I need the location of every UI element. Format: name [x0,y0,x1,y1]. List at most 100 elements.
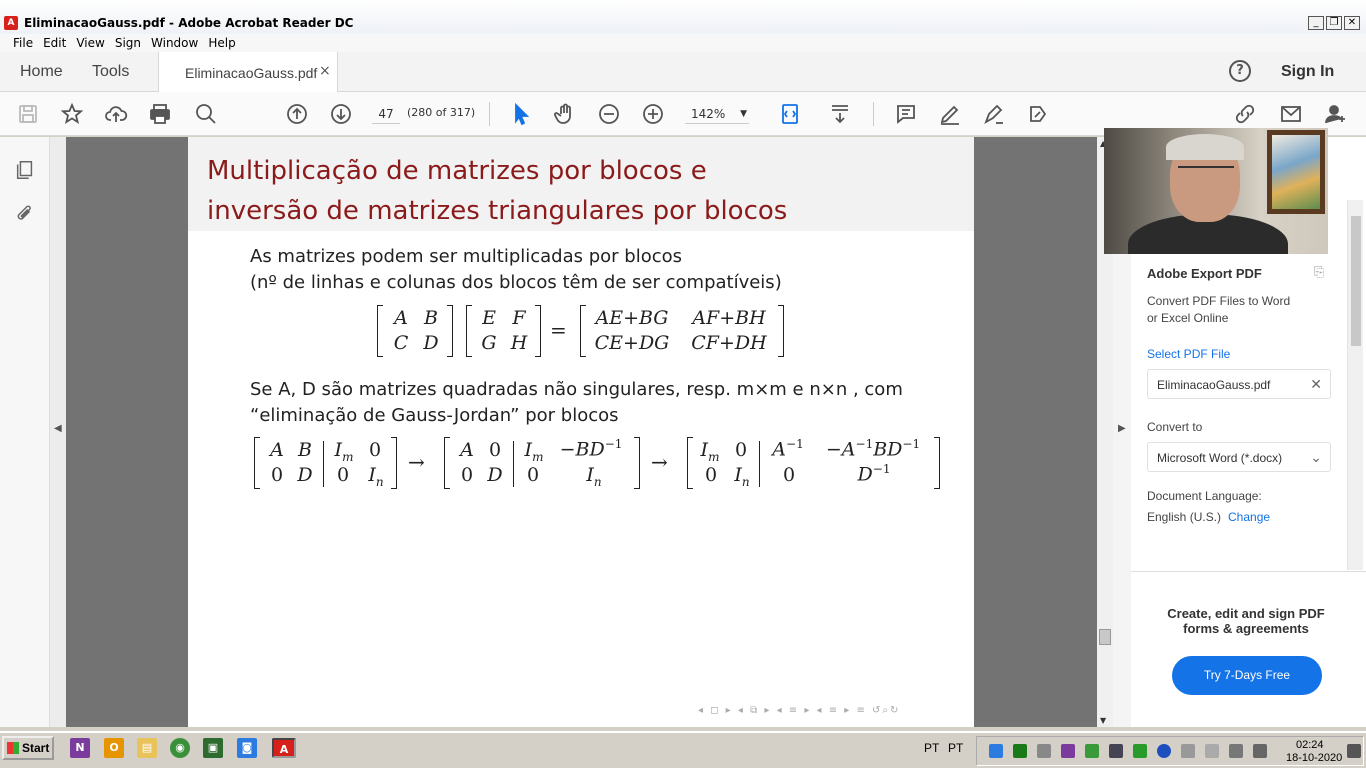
bookmark-star-icon[interactable] [58,100,86,128]
select-cursor-icon[interactable] [507,100,535,128]
network-tray-icon[interactable] [1037,744,1051,758]
notifications-tray-icon[interactable] [1347,744,1361,758]
monitor-tray-icon[interactable] [1109,744,1123,758]
app-tray-icon[interactable] [1013,744,1027,758]
panel-scrollbar[interactable] [1347,200,1363,570]
arrow-sign: → [408,450,425,474]
selected-file-field[interactable]: EliminacaoGauss.pdf ✕ [1147,369,1331,399]
minimize-button[interactable]: _ [1308,16,1324,30]
menu-help[interactable]: Help [203,34,240,52]
matrix-cell: AF+BH [692,307,766,329]
zoom-in-icon[interactable] [639,100,667,128]
select-pdf-file-link[interactable]: Select PDF File [1147,347,1230,361]
onenote-taskbar-icon[interactable]: N [70,738,90,758]
chevron-down-icon: ⌄ [1310,449,1322,465]
convert-format-select[interactable]: Microsoft Word (*.docx) ⌄ [1147,442,1331,472]
tab-document[interactable]: EliminacaoGauss.pdf × [158,52,338,92]
fill-sign-icon[interactable] [1024,100,1052,128]
sign-in-button[interactable]: Sign In [1281,63,1334,81]
try-free-button[interactable]: Try 7-Days Free [1172,656,1322,695]
add-user-icon[interactable] [1322,100,1350,128]
menu-view[interactable]: View [71,34,109,52]
clear-file-icon[interactable]: ✕ [1310,376,1322,393]
matrix-cell: 0 [526,464,540,486]
document-viewer[interactable]: Multiplicação de matrizes por blocos e i… [66,137,1097,727]
keyboard-layout-indicator[interactable]: PT [948,741,963,755]
app-taskbar-icon[interactable]: ▣ [203,738,223,758]
sync-tray-icon[interactable] [1133,744,1147,758]
zoom-taskbar-icon[interactable]: ◙ [237,738,257,758]
save-icon[interactable] [14,100,42,128]
device-tray-icon[interactable] [1205,744,1219,758]
share-link-icon[interactable] [1231,100,1259,128]
restore-button[interactable]: ❐ [1326,16,1342,30]
zoom-tray-icon[interactable] [989,744,1003,758]
panel-scroll-thumb[interactable] [1351,216,1361,346]
volume-tray-icon[interactable] [1253,744,1267,758]
upload-cloud-icon[interactable] [102,100,130,128]
bracket-right [391,437,397,489]
comment-icon[interactable] [892,100,920,128]
hand-tool-icon[interactable] [551,100,579,128]
left-pane-toggle[interactable]: ◀ [50,137,66,727]
flag-tray-icon[interactable] [1181,744,1195,758]
menu-edit[interactable]: Edit [38,34,71,52]
beamer-navigation-icons[interactable]: ◂ ◻ ▸ ◂ ⧉ ▸ ◂ ≡ ▸ ◂ ≡ ▸ ≡ ↺⌕↻ [698,705,900,716]
bracket-right [634,437,640,489]
previous-page-icon[interactable] [283,100,311,128]
menu-window[interactable]: Window [146,34,203,52]
convert-to-label: Convert to [1147,420,1203,434]
find-zoom-icon[interactable] [192,100,220,128]
toolbar-divider [489,102,490,126]
change-language-link[interactable]: Change [1228,510,1270,524]
acrobat-taskbar-icon[interactable]: A [272,738,296,758]
matrix-cell: H [510,332,528,354]
start-button[interactable]: Start [2,736,54,760]
highlight-pen-icon[interactable] [936,100,964,128]
clock-time[interactable]: 02:24 [1296,739,1324,751]
scroll-down-icon[interactable]: ▼ [1100,716,1106,725]
export-pdf-heading: Adobe Export PDF [1147,266,1262,281]
document-language-label: Document Language: [1147,489,1262,503]
clock-date[interactable]: 18-10-2020 [1286,752,1342,764]
check-tray-icon[interactable] [1085,744,1099,758]
matrix-cell: 0 [270,464,284,486]
matrix-cell: In [586,464,602,489]
page-thumbnails-icon[interactable] [14,159,38,183]
bluetooth-tray-icon[interactable] [1157,744,1171,758]
tab-home[interactable]: Home [20,63,63,81]
chrome-taskbar-icon[interactable]: ◉ [170,738,190,758]
print-icon[interactable] [146,100,174,128]
zoom-level-select[interactable]: 142% ▼ [685,104,749,124]
scroll-thumb[interactable] [1099,629,1111,645]
page-number-input[interactable]: 47 [372,104,400,124]
tab-tools[interactable]: Tools [92,63,129,81]
sign-pen-icon[interactable] [980,100,1008,128]
slide-text-line3: Se A, D são matrizes quadradas não singu… [250,379,903,400]
matrix-cell: 0 [336,464,350,486]
language-indicator[interactable]: PT [924,741,939,755]
email-icon[interactable] [1277,100,1305,128]
menu-sign[interactable]: Sign [110,34,146,52]
close-tab-icon[interactable]: × [319,63,331,79]
next-page-icon[interactable] [327,100,355,128]
equals-sign: = [550,318,567,342]
explorer-taskbar-icon[interactable]: ▤ [137,738,157,758]
matrix-cell: AE+BG [595,307,669,329]
help-icon[interactable]: ? [1229,60,1251,82]
fit-page-icon[interactable] [776,100,804,128]
close-window-button[interactable]: ✕ [1344,16,1360,30]
outlook-taskbar-icon[interactable]: O [104,738,124,758]
attachments-icon[interactable] [14,204,38,228]
matrix-cell: A [270,439,284,461]
matrix-cell: CE+DG [594,332,670,354]
zoom-out-icon[interactable] [595,100,623,128]
augment-bar [323,441,324,487]
scroll-mode-icon[interactable] [826,100,854,128]
export-pdf-info-icon[interactable]: ⎘ [1314,264,1324,280]
bracket-left [580,305,586,357]
menu-file[interactable]: File [8,34,38,52]
signal-tray-icon[interactable] [1229,744,1243,758]
onenote-tray-icon[interactable] [1061,744,1075,758]
matrix-cell: G [481,332,497,354]
